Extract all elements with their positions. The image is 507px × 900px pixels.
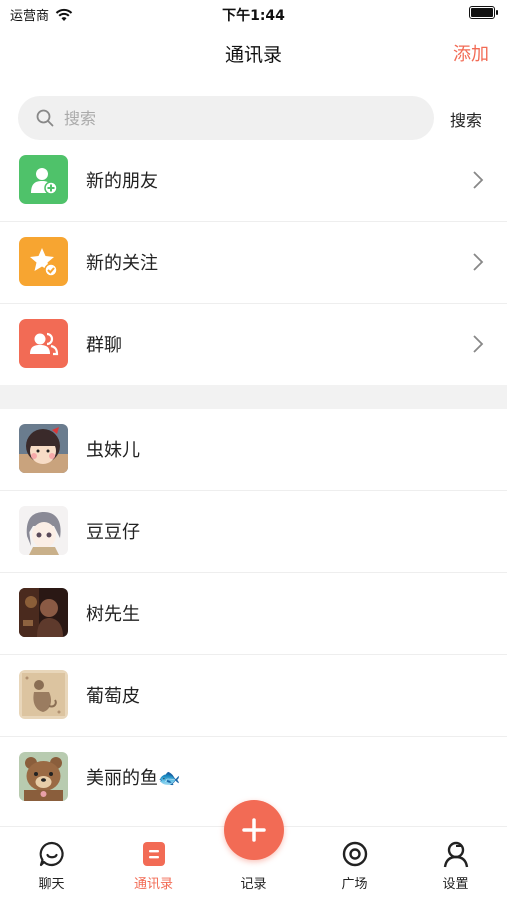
contact-name: 葡萄皮 (86, 686, 140, 707)
tab-contacts[interactable]: 通讯录 (103, 827, 204, 900)
avatar (19, 670, 68, 719)
chevron-right-icon (473, 335, 484, 353)
new-friends-row[interactable]: 新的朋友 (0, 140, 507, 222)
section-divider (0, 385, 507, 409)
contact-list: 虫妹儿 豆豆仔 树先生 葡萄皮 美丽的鱼🐟 (0, 409, 507, 819)
menu-item-label: 群聊 (86, 335, 122, 356)
avatar (19, 506, 68, 555)
page-title: 通讯录 (224, 44, 282, 66)
profile-settings-icon (443, 841, 469, 868)
search-icon (36, 109, 54, 127)
add-button[interactable]: 添加 (453, 40, 489, 66)
tab-plaza[interactable]: 广场 (304, 827, 405, 900)
contact-row[interactable]: 虫妹儿 (0, 409, 507, 491)
contact-name: 树先生 (86, 604, 140, 625)
tab-label: 通讯录 (133, 877, 173, 892)
contacts-icon (143, 842, 165, 866)
plaza-icon (342, 841, 368, 867)
contact-row[interactable]: 树先生 (0, 573, 507, 655)
tab-settings[interactable]: 设置 (405, 827, 506, 900)
avatar (19, 752, 68, 801)
add-record-button[interactable] (224, 800, 284, 860)
chat-bubble-icon (39, 841, 64, 867)
group-chat-icon (19, 319, 68, 368)
contact-row[interactable]: 葡萄皮 (0, 655, 507, 737)
chevron-right-icon (473, 253, 484, 271)
group-chat-row[interactable]: 群聊 (0, 304, 507, 386)
search-box[interactable] (18, 96, 434, 140)
tab-label: 广场 (341, 877, 368, 892)
chevron-right-icon (473, 171, 484, 189)
menu-list: 新的朋友 新的关注 群聊 (0, 140, 507, 386)
menu-item-label: 新的关注 (86, 253, 158, 274)
new-follows-row[interactable]: 新的关注 (0, 222, 507, 304)
contact-row[interactable]: 豆豆仔 (0, 491, 507, 573)
search-button[interactable]: 搜索 (450, 107, 482, 131)
avatar (19, 588, 68, 637)
search-input[interactable] (64, 108, 394, 128)
contact-name: 美丽的鱼🐟 (86, 768, 181, 789)
status-bar: 运营商 下午1:44 (0, 0, 507, 28)
tab-chat[interactable]: 聊天 (1, 827, 102, 900)
tab-label: 聊天 (38, 877, 65, 892)
status-time: 下午1:44 (222, 8, 285, 24)
search-row: 搜索 (0, 96, 507, 140)
add-friend-icon (19, 155, 68, 204)
avatar (19, 424, 68, 473)
plus-icon (242, 818, 266, 842)
contact-name: 虫妹儿 (86, 440, 140, 461)
menu-item-label: 新的朋友 (86, 171, 158, 192)
tab-label: 设置 (442, 877, 469, 892)
star-follow-icon (19, 237, 68, 286)
battery-icon (469, 6, 498, 19)
tab-label: 记录 (240, 877, 267, 892)
contact-name: 豆豆仔 (86, 522, 140, 543)
nav-bar: 通讯录 添加 (0, 28, 507, 78)
